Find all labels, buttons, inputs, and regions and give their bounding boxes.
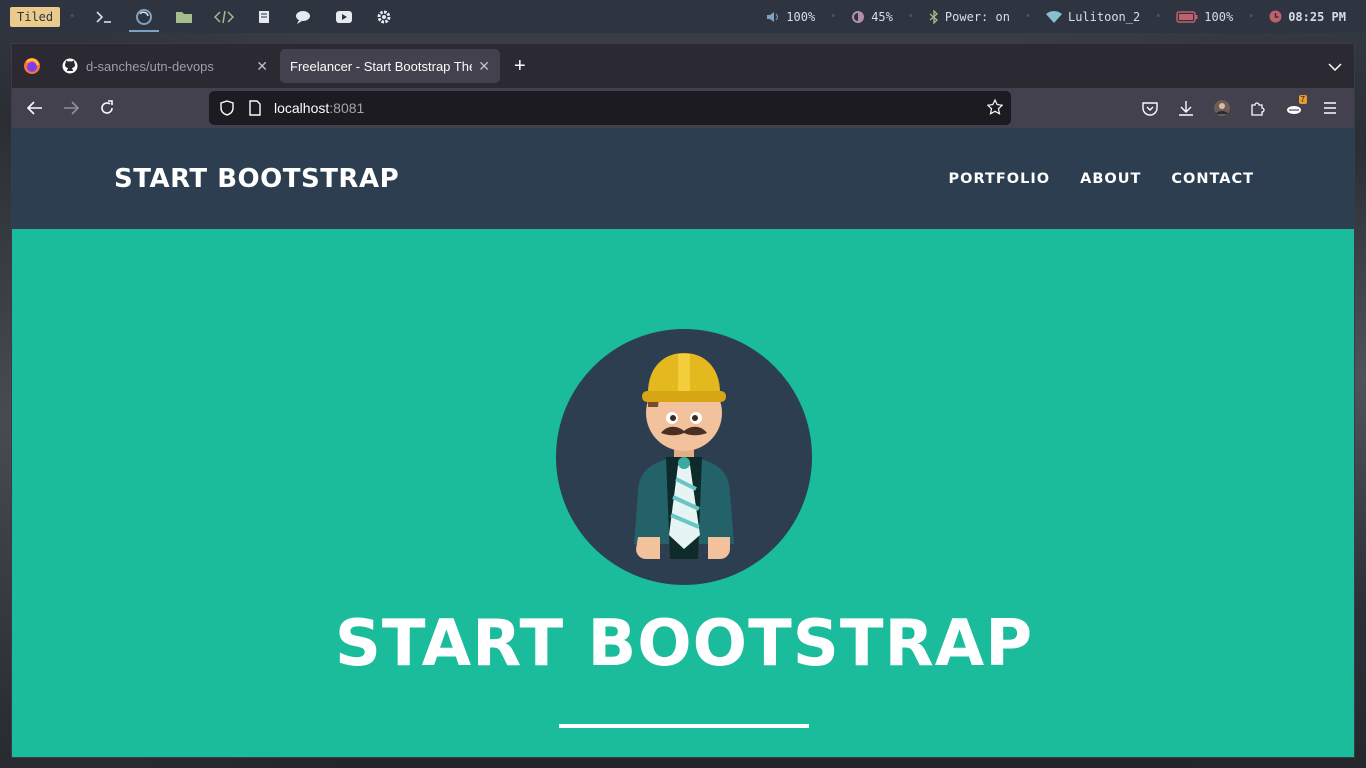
- tab-label: d-sanches/utn-devops: [86, 58, 214, 74]
- settings-icon[interactable]: [369, 5, 399, 29]
- url-bar[interactable]: localhost:8081: [209, 91, 1011, 125]
- bookmark-star-icon[interactable]: [986, 98, 1004, 118]
- battery-level: 100%: [1204, 9, 1234, 24]
- extensions-puzzle-icon[interactable]: [1240, 92, 1276, 124]
- tab-strip: d-sanches/utn-devops ✕ Freelancer - Star…: [12, 44, 1354, 88]
- forward-button[interactable]: [53, 92, 89, 124]
- close-tab-icon[interactable]: ✕: [256, 58, 268, 75]
- bluetooth-icon: [929, 9, 938, 24]
- web-page: START BOOTSTRAP PORTFOLIO ABOUT CONTACT: [12, 128, 1354, 757]
- list-all-tabs-icon[interactable]: [1328, 59, 1342, 74]
- volume-level: 100%: [786, 9, 816, 24]
- separator-dot: •: [907, 11, 914, 22]
- brightness-indicator[interactable]: 45%: [851, 10, 893, 24]
- book-icon[interactable]: [249, 5, 279, 29]
- firefox-icon[interactable]: [129, 5, 160, 32]
- separator-dot: •: [1024, 11, 1031, 22]
- forward-arrow-icon: [64, 101, 79, 115]
- separator-dot: •: [1248, 11, 1255, 22]
- volume-indicator[interactable]: 100%: [766, 10, 815, 24]
- back-button[interactable]: [17, 92, 53, 124]
- youtube-icon[interactable]: [329, 5, 359, 29]
- close-tab-icon[interactable]: ✕: [478, 58, 490, 75]
- tab-label: Freelancer - Start Bootstrap Theme: [290, 58, 472, 74]
- speaker-icon: [767, 11, 779, 22]
- nav-link-about[interactable]: ABOUT: [1080, 171, 1141, 187]
- code-icon[interactable]: [209, 5, 239, 29]
- separator-dot: •: [1155, 11, 1162, 22]
- clock-indicator[interactable]: 08:25 PM: [1269, 10, 1346, 24]
- tab-github[interactable]: d-sanches/utn-devops ✕: [52, 49, 278, 83]
- hero-title: START BOOTSTRAP: [334, 607, 1034, 681]
- bluetooth-indicator[interactable]: Power: on: [929, 9, 1010, 24]
- extension-badge-count: 7: [1298, 95, 1307, 104]
- avatar-illustration: [556, 329, 812, 585]
- page-info-icon[interactable]: [248, 100, 262, 116]
- downloads-icon[interactable]: [1168, 92, 1204, 124]
- url-port: :8081: [329, 100, 365, 116]
- pocket-icon[interactable]: [1132, 92, 1168, 124]
- back-arrow-icon: [27, 101, 42, 115]
- folder-icon[interactable]: [169, 5, 199, 29]
- reload-button[interactable]: [89, 92, 125, 124]
- extension-badge-button[interactable]: 7: [1276, 92, 1312, 124]
- clock-time: 08:25 PM: [1288, 9, 1346, 24]
- site-brand-link[interactable]: START BOOTSTRAP: [114, 164, 399, 194]
- tracking-protection-shield-icon[interactable]: [219, 100, 235, 116]
- url-host: localhost: [274, 100, 330, 116]
- wifi-network: Lulitoon_2: [1067, 9, 1141, 24]
- system-topbar: Tiled • 100% • 45% • Power: on • Lulitoo…: [0, 0, 1366, 33]
- battery-indicator[interactable]: 100%: [1176, 10, 1233, 24]
- browser-window: d-sanches/utn-devops ✕ Freelancer - Star…: [11, 43, 1355, 758]
- wifi-icon: [1045, 10, 1062, 23]
- brightness-level: 45%: [871, 9, 893, 24]
- layout-mode-badge[interactable]: Tiled: [10, 6, 61, 27]
- account-avatar-icon[interactable]: [1204, 92, 1240, 124]
- separator-dot: •: [830, 11, 837, 22]
- chat-icon[interactable]: [289, 5, 319, 29]
- toolbar-right: 7: [1132, 92, 1354, 124]
- tab-freelancer[interactable]: Freelancer - Start Bootstrap Theme ✕: [280, 49, 500, 83]
- hero-masthead: START BOOTSTRAP: [12, 229, 1354, 757]
- navigation-toolbar: localhost:8081 7: [12, 88, 1354, 128]
- separator-dot: •: [69, 11, 76, 22]
- new-tab-button[interactable]: +: [514, 55, 526, 78]
- reload-icon: [101, 100, 113, 114]
- site-menu: PORTFOLIO ABOUT CONTACT: [949, 171, 1254, 187]
- bluetooth-status: Power: on: [944, 9, 1010, 24]
- app-menu-icon[interactable]: [1312, 92, 1348, 124]
- brightness-icon: [852, 10, 865, 23]
- battery-icon: [1176, 10, 1198, 23]
- wifi-indicator[interactable]: Lulitoon_2: [1045, 9, 1141, 24]
- clock-icon: [1269, 10, 1282, 23]
- nav-link-portfolio[interactable]: PORTFOLIO: [949, 171, 1051, 187]
- url-text[interactable]: localhost:8081: [274, 100, 364, 116]
- firefox-view-icon[interactable]: [12, 44, 52, 88]
- github-icon: [62, 58, 78, 74]
- site-navbar: START BOOTSTRAP PORTFOLIO ABOUT CONTACT: [12, 128, 1354, 229]
- hero-divider: [559, 724, 809, 728]
- terminal-icon[interactable]: [89, 5, 119, 29]
- nav-link-contact[interactable]: CONTACT: [1171, 171, 1254, 187]
